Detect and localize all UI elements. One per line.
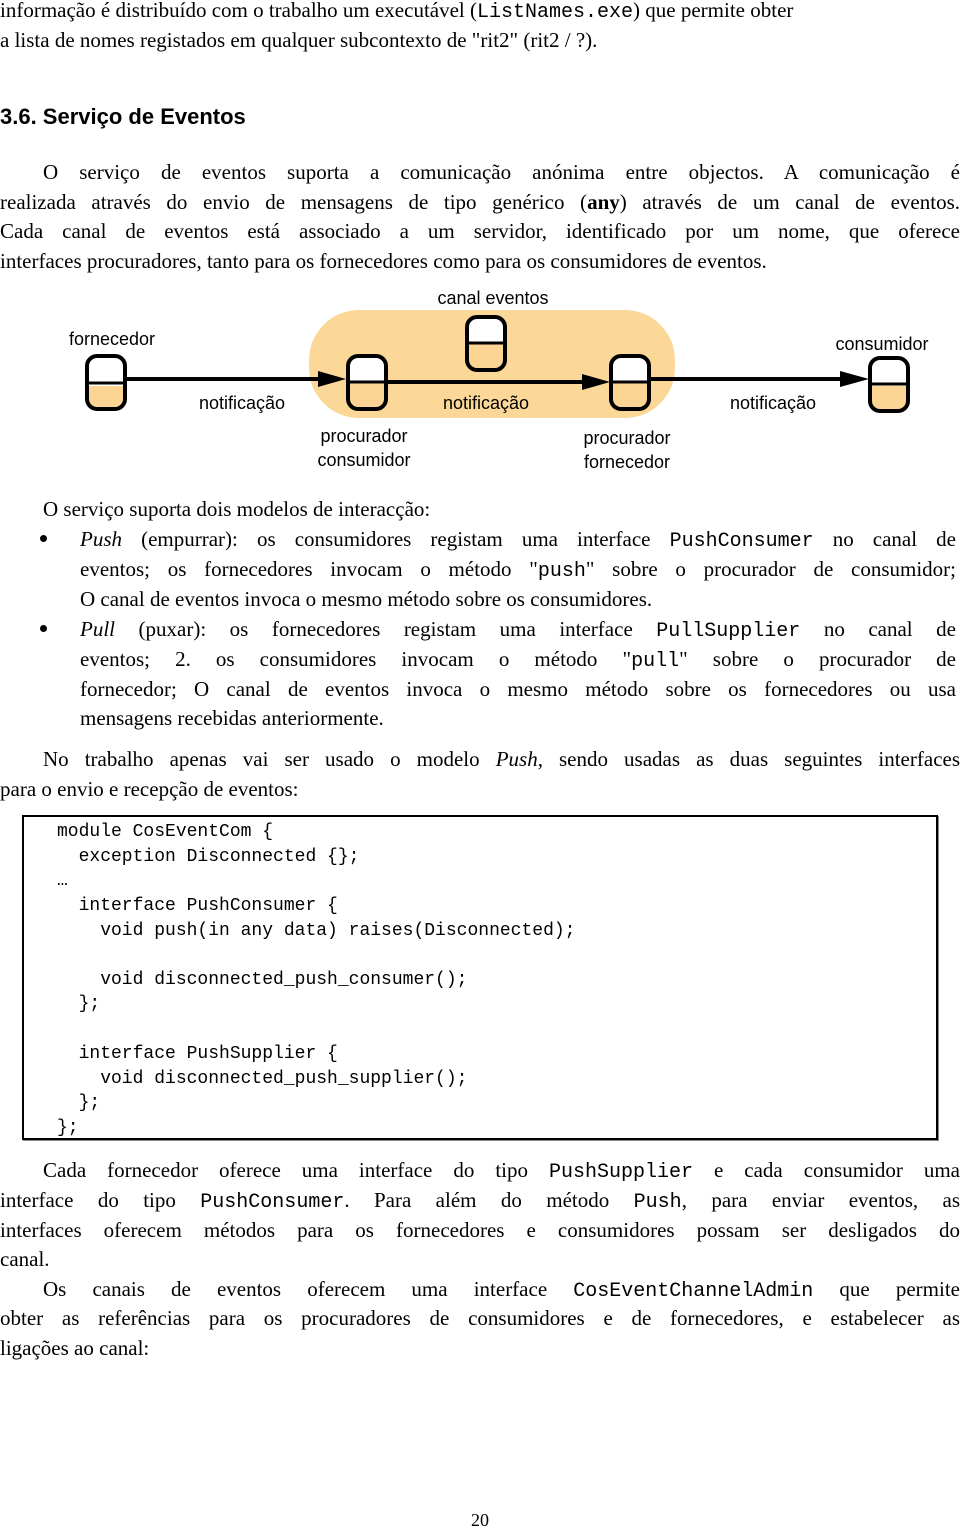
edge-label: notificação [730,393,816,413]
bullet-push-line: Push (empurrar): os consumidores regista… [80,524,956,557]
code-line: exception Disconnected {}; [57,847,360,867]
bullet-pull-line: eventos; 2. os consumidores invocam o mé… [80,644,956,677]
paragraph-line: interface do tipo PushConsumer. Para alé… [0,1185,960,1218]
channel-label: canal eventos [437,288,548,308]
supplier-label: fornecedor [69,329,155,349]
proxy-supplier-label: fornecedor [584,452,670,472]
text: Cada fornecedor oferece uma interface do… [43,1158,549,1182]
consumer-label: consumidor [835,334,928,354]
section-heading: 3.6. Serviço de Eventos [0,104,246,129]
text: ) através de um canal de eventos. [619,190,960,214]
inline-code: ListNames.exe [477,1,634,24]
code-line: interface PushSupplier { [57,1044,338,1064]
bullet-icon [40,625,47,632]
paragraph-line: ligações ao canal: [0,1336,150,1360]
text: Os canais de eventos oferecem uma interf… [43,1277,574,1301]
text: informação é distribuído com o trabalho … [0,0,478,22]
text: eventos; 2. os consumidores invocam o mé… [80,647,632,671]
text: " sobre o procurador de [679,647,956,671]
edge-label: notificação [199,393,285,413]
text: interface do tipo [0,1188,201,1212]
text: ) que permite obter [633,0,794,22]
text: (puxar): os fornecedores registam uma in… [115,617,657,641]
code-line: void disconnected_push_supplier(); [57,1069,468,1089]
text: No trabalho apenas vai ser usado o model… [43,747,496,771]
bullet-pull-line: Pull (puxar): os fornecedores registam u… [80,614,956,647]
paragraph-line: Cada canal de eventos está associado a u… [0,219,960,243]
text: . Para além do método [344,1188,634,1212]
intro-line-2: a lista de nomes registados em qualquer … [0,28,598,52]
bullet-pull-line: fornecedor; O canal de eventos invoca o … [80,677,956,701]
text: (empurrar): os consumidores registam uma… [122,527,670,551]
text: que permite [813,1277,960,1301]
text: no canal de [813,527,956,551]
code-line: void disconnected_push_consumer(); [57,970,468,990]
bold-term: any [587,190,620,214]
proxy-consumer-label: consumidor [317,450,410,470]
text: eventos; os fornecedores invocam o métod… [80,557,538,581]
text: " sobre o procurador de consumidor; [585,557,956,581]
text: , para enviar eventos, as [681,1188,960,1212]
term: Push [80,527,122,551]
paragraph-line: O serviço de eventos suporta a comunicaç… [43,160,960,184]
bullet-icon [40,535,47,542]
channel-node [465,315,507,372]
models-intro: O serviço suporta dois modelos de intera… [43,497,431,521]
paragraph-line: No trabalho apenas vai ser usado o model… [0,744,960,774]
consumer-node [868,356,910,413]
page-number: 20 [471,1510,489,1530]
inline-code: PushConsumer [669,530,814,553]
code-line: module CosEventCom { [57,822,274,842]
term: Pull [80,617,115,641]
paragraph-line: realizada através do envio de mensagens … [0,187,960,217]
bullet-push-line: eventos; os fornecedores invocam o métod… [80,554,956,587]
bullet-push-line: O canal de eventos invoca o mesmo método… [80,587,653,611]
code-line: interface PushConsumer { [57,896,338,916]
text: realizada através do envio de mensagens … [0,190,588,214]
inline-code: push [537,560,586,583]
text: no canal de [800,617,956,641]
proxy-supplier-node [609,354,651,411]
edge-label: notificação [443,393,529,413]
emphasis: Push [495,747,538,771]
text: e cada consumidor uma [693,1158,960,1182]
event-channel-diagram: canal eventos fornecedor consumidor noti… [69,288,929,472]
inline-code: PushSupplier [548,1161,693,1184]
code-line: }; [57,1093,101,1113]
inline-code: Push [633,1191,682,1214]
intro-line-1: informação é distribuído com o trabalho … [0,0,960,28]
code-block: module CosEventCom { exception Disconnec… [22,815,938,1140]
inline-code: CosEventChannelAdmin [573,1280,814,1303]
code-line: }; [57,1118,79,1138]
paragraph-line: para o envio e recepção de eventos: [0,777,299,801]
arrowhead-3 [840,371,869,387]
paragraph-line: canal. [0,1247,50,1271]
code-line: … [57,871,68,891]
bullet-pull-line: mensagens recebidas anteriormente. [80,706,384,730]
paragraph-line: Cada fornecedor oferece uma interface do… [0,1155,960,1188]
text: , sendo usadas as duas seguintes interfa… [537,747,960,771]
paragraph-line: interfaces oferecem métodos para os forn… [0,1218,960,1242]
supplier-node [85,354,127,411]
code-line: }; [57,994,101,1014]
code-line: void push(in any data) raises(Disconnect… [57,921,576,941]
inline-code: PullSupplier [656,620,801,643]
inline-code: PushConsumer [200,1191,345,1214]
proxy-supplier-label: procurador [583,428,670,448]
proxy-consumer-node [346,354,388,411]
proxy-consumer-label: procurador [320,426,407,446]
inline-code: pull [631,650,680,673]
paragraph-line: obter as referências para os procuradore… [0,1306,960,1330]
paragraph-line: interfaces procuradores, tanto para os f… [0,249,767,273]
